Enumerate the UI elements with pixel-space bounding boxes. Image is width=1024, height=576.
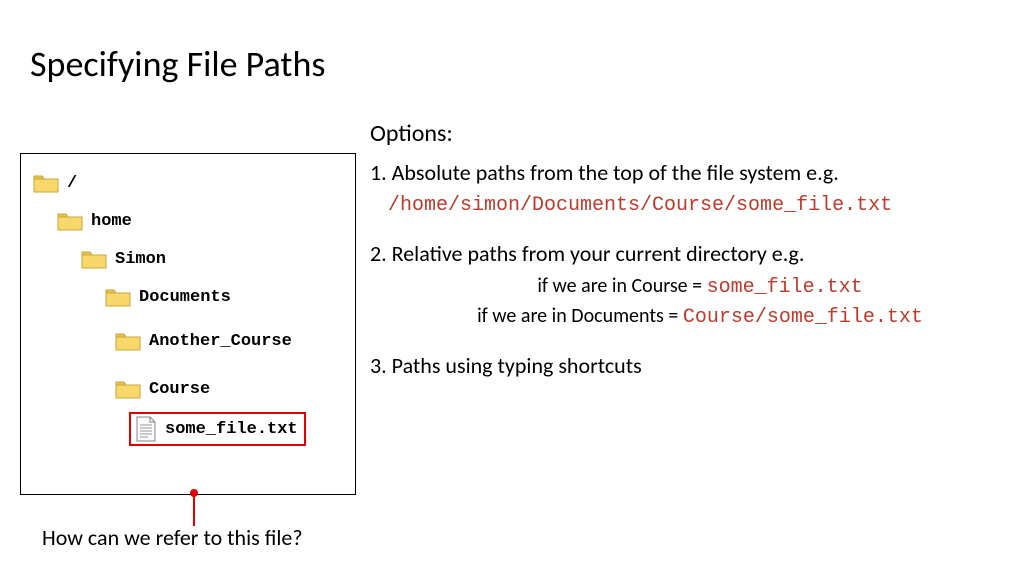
slide-title: Specifying File Paths bbox=[30, 42, 325, 86]
option-2-sub2: if we are in Documents = Course/some_fil… bbox=[400, 303, 1000, 331]
options-panel: Options: 1. Absolute paths from the top … bbox=[370, 118, 1020, 384]
option-1: 1. Absolute paths from the top of the fi… bbox=[370, 158, 1020, 188]
tree-row-documents: Documents bbox=[105, 278, 343, 316]
folder-icon bbox=[57, 210, 83, 232]
tree-label: Simon bbox=[115, 250, 166, 269]
folder-icon bbox=[81, 248, 107, 270]
caption-text: How can we refer to this file? bbox=[42, 524, 303, 551]
tree-label: / bbox=[67, 174, 77, 193]
option-1-path: /home/simon/Documents/Course/some_file.t… bbox=[388, 192, 1020, 219]
tree-label: some_file.txt bbox=[165, 420, 298, 439]
folder-icon bbox=[115, 330, 141, 352]
option-2-sub1-path: some_file.txt bbox=[707, 276, 863, 299]
file-highlight: some_file.txt bbox=[129, 412, 306, 446]
file-icon bbox=[135, 416, 157, 442]
callout-pointer-line bbox=[193, 492, 195, 526]
folder-icon bbox=[105, 286, 131, 308]
file-tree-box: / home Simon Documents Another_Course Co… bbox=[20, 153, 356, 495]
tree-label: Another_Course bbox=[149, 332, 292, 351]
tree-row-another: Another_Course bbox=[115, 322, 343, 360]
tree-row-home: home bbox=[57, 202, 343, 240]
folder-icon bbox=[115, 378, 141, 400]
tree-row-root: / bbox=[33, 164, 343, 202]
option-2-sub1: if we are in Course = some_file.txt bbox=[400, 273, 1000, 301]
folder-icon bbox=[33, 172, 59, 194]
tree-label: home bbox=[91, 212, 132, 231]
tree-row-course: Course bbox=[115, 370, 343, 408]
option-2-sub1-prefix: if we are in Course = bbox=[537, 274, 706, 298]
option-3: 3. Paths using typing shortcuts bbox=[370, 351, 1020, 381]
tree-row-file: some_file.txt bbox=[129, 410, 343, 448]
option-2: 2. Relative paths from your current dire… bbox=[370, 239, 1020, 269]
option-2-sub2-prefix: if we are in Documents = bbox=[477, 304, 683, 328]
tree-row-simon: Simon bbox=[81, 240, 343, 278]
tree-label: Documents bbox=[139, 288, 231, 307]
options-heading: Options: bbox=[370, 118, 1020, 150]
tree-label: Course bbox=[149, 380, 210, 399]
option-2-sub2-path: Course/some_file.txt bbox=[683, 306, 923, 329]
